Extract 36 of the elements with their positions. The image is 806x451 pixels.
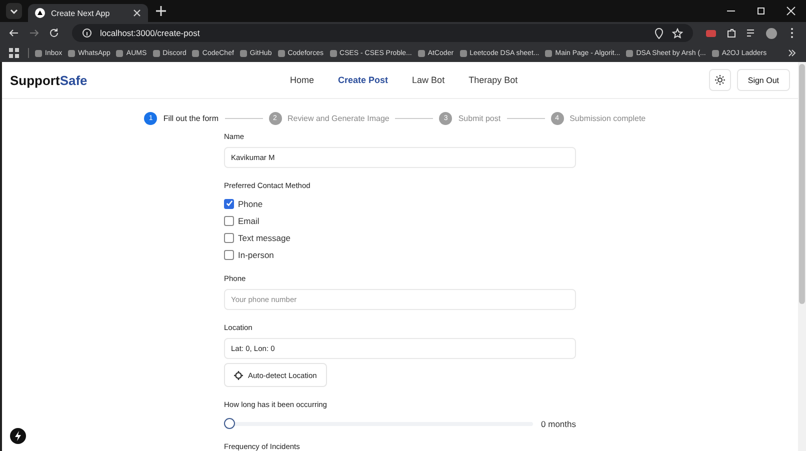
apps-grid-icon[interactable] [6,45,22,61]
sun-icon [714,75,725,85]
nav-link[interactable]: Create Post [338,75,388,85]
checkbox[interactable] [224,250,234,260]
slider-reading: 0 months [541,419,576,429]
nav-link[interactable]: Home [290,75,314,85]
sign-out-button[interactable]: Sign Out [736,69,790,91]
tab-search-icon[interactable] [6,3,22,19]
brand-logo[interactable]: SupportSafe [10,72,290,88]
location-pin-icon[interactable] [654,28,664,38]
checkbox[interactable] [224,216,234,226]
nav-link[interactable]: Therapy Bot [468,75,518,85]
theme-toggle-button[interactable] [708,69,731,91]
nav-link[interactable]: Law Bot [412,75,445,85]
scrollbar[interactable] [798,62,806,451]
checkbox[interactable] [224,198,234,208]
avatar-icon[interactable] [766,28,777,38]
step-label: Fill out the form [163,114,218,122]
star-icon[interactable] [672,28,683,38]
checkbox-label[interactable]: Phone [238,198,263,208]
step-label: Review and Generate Image [288,114,390,122]
crosshair-icon [234,370,243,380]
browser-tab[interactable]: Create Next App [28,4,148,22]
triangle-icon [35,8,45,18]
checkbox-label[interactable]: Text message [238,232,290,242]
checkbox-label[interactable]: In-person [238,250,274,260]
lightning-icon[interactable] [10,428,26,444]
info-icon [82,28,92,38]
close-icon[interactable] [133,9,141,17]
new-tab-icon[interactable] [156,6,166,16]
step-label: Submission complete [570,114,646,122]
step-label: Submit post [458,114,501,122]
checkbox[interactable] [224,232,234,242]
slider-thumb[interactable] [224,418,235,429]
address-bar[interactable]: localhost:3000/create-post [72,24,693,42]
checkbox-label[interactable]: Email [238,216,260,226]
